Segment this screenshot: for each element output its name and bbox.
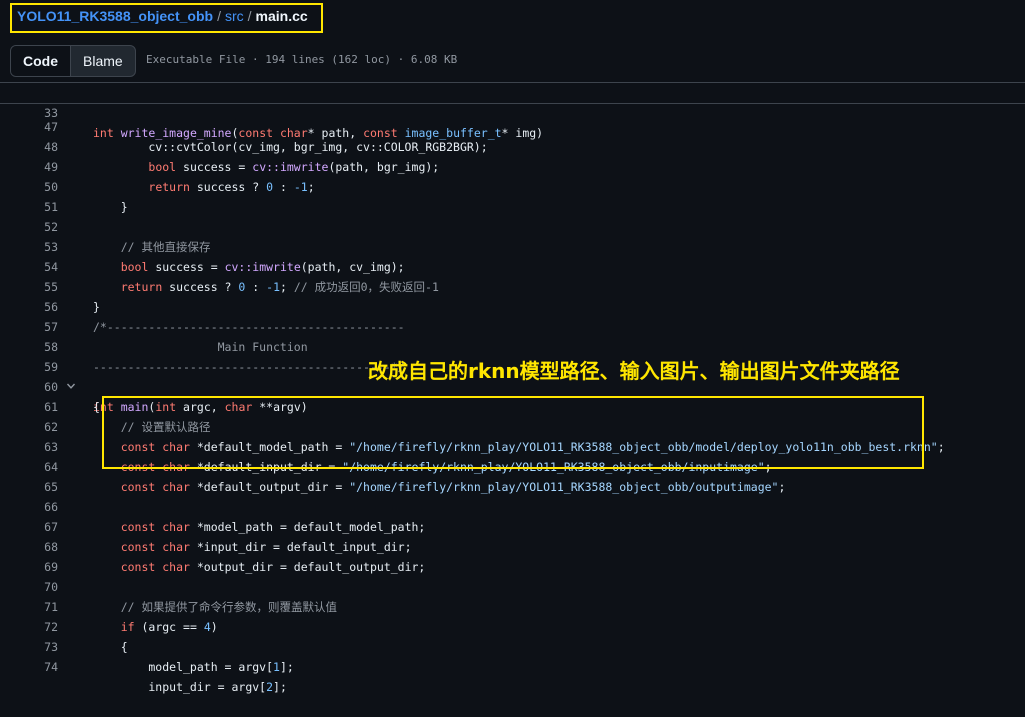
line-number[interactable]: 33 <box>0 103 58 123</box>
code-line: 69 <box>0 537 1025 574</box>
code-text: model_path = argv[1]; <box>93 660 294 674</box>
blame-tab-button[interactable]: Blame <box>71 46 135 76</box>
code-line: 74 input_dir = argv[2]; <box>0 637 1025 694</box>
code-line: 56 /*-----------------------------------… <box>0 277 1025 334</box>
code-line: 52 // 其他直接保存 <box>0 197 1025 254</box>
sticky-scope-header[interactable]: 33 int write_image_mine(const char* path… <box>0 83 1025 140</box>
code-text: input_dir = argv[2]; <box>93 680 287 694</box>
code-line: 72 { <box>0 597 1025 654</box>
code-line: 71 if (argc == 4) <box>0 577 1025 634</box>
annotation-note: 改成自己的rknn模型路径、输入图片、输出图片文件夹路径 <box>368 359 900 383</box>
code-line: 59 int main(int argc, char **argv) <box>0 337 1025 414</box>
code-line: 54 return success ? 0 : -1; // 成功返回0，失败返… <box>0 237 1025 294</box>
code-line: 73 model_path = argv[1]; <box>0 617 1025 674</box>
code-line: 70 // 如果提供了命令行参数，则覆盖默认值 <box>0 557 1025 614</box>
code-line: 58 -------------------------------------… <box>0 317 1025 374</box>
code-line: 66 const char *model_path = default_mode… <box>0 477 1025 534</box>
code-line: 57 Main Function <box>0 297 1025 354</box>
code-line: 68 const char *output_dir = default_outp… <box>0 517 1025 574</box>
code-line: 67 const char *input_dir = default_input… <box>0 497 1025 554</box>
view-toggle: Code Blame <box>10 45 136 77</box>
code-text: int write_image_mine(const char* path, c… <box>93 126 544 140</box>
code-tab-button[interactable]: Code <box>11 46 71 76</box>
line-number[interactable]: 74 <box>0 657 58 677</box>
code-line: 53 bool success = cv::imwrite(path, cv_i… <box>0 217 1025 274</box>
code-line: 51 <box>0 177 1025 214</box>
highlight-box-default-paths <box>102 396 924 469</box>
file-meta-info: Executable File · 194 lines (162 loc) · … <box>146 53 458 66</box>
code-line: 50 } <box>0 157 1025 214</box>
highlight-box-breadcrumb <box>10 3 323 33</box>
code-line: 55 } <box>0 257 1025 314</box>
file-toolbar: Code Blame Executable File · 194 lines (… <box>0 41 1025 79</box>
